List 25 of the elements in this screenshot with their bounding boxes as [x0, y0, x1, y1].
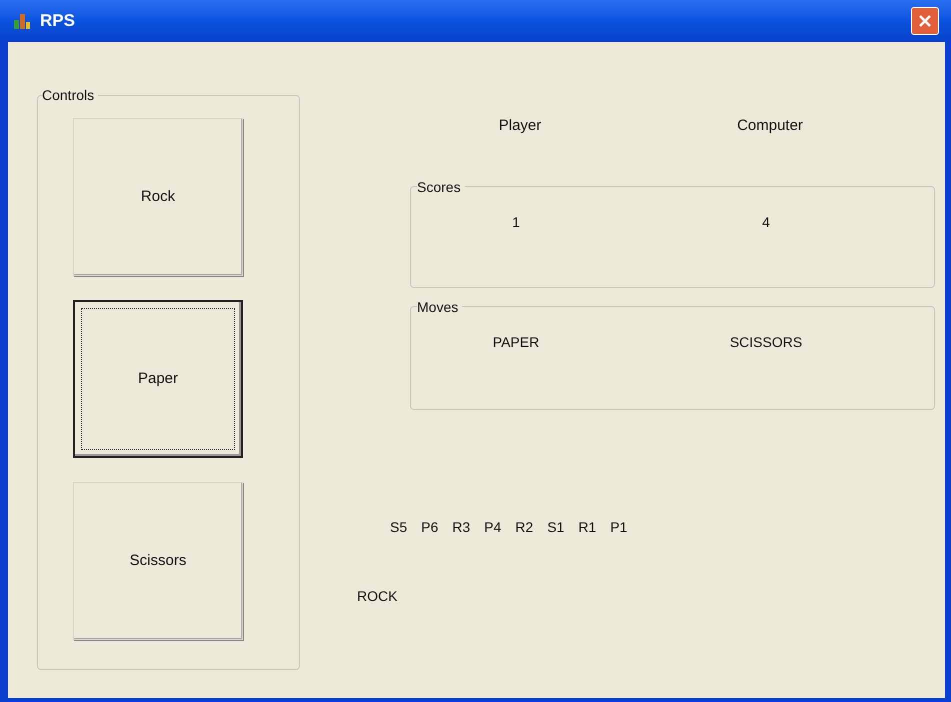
column-header: Computer: [736, 116, 804, 136]
value-label: 4: [761, 212, 771, 232]
group-title: Controls: [42, 88, 96, 102]
history-entry: S5: [390, 518, 408, 536]
window-title: RPS: [40, 10, 75, 32]
group-title: Moves: [417, 300, 460, 314]
history-entry: R2: [515, 518, 534, 536]
move-button[interactable]: Paper: [73, 300, 243, 458]
history-entry: P1: [610, 518, 628, 536]
group-title: Scores: [417, 180, 462, 194]
value-label: PAPER: [492, 332, 540, 352]
history-entry: R3: [452, 518, 470, 536]
value-label: SCISSORS: [728, 332, 804, 352]
history-entry: P6: [421, 518, 438, 536]
close-button[interactable]: [911, 7, 939, 35]
app-icon: [12, 11, 32, 31]
close-icon: [918, 14, 932, 28]
history-entry: P4: [484, 518, 502, 536]
value-label: 1: [511, 212, 521, 232]
move-button[interactable]: Scissors: [73, 482, 243, 640]
column-header: Player: [498, 116, 542, 136]
history-entry: R1: [578, 518, 596, 536]
last-move-label: ROCK: [357, 586, 398, 606]
history-entry: S1: [547, 518, 564, 536]
move-button[interactable]: Rock: [73, 118, 243, 276]
